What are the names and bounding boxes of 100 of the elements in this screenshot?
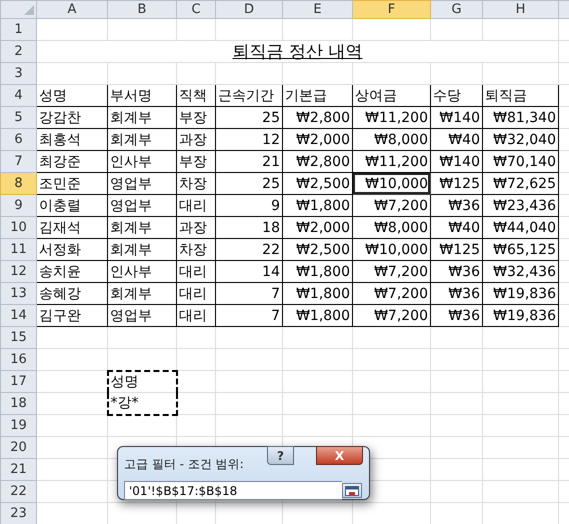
- table-cell: 회계부: [108, 216, 176, 238]
- row-header[interactable]: 10: [0, 216, 36, 238]
- row-header[interactable]: 22: [0, 480, 36, 502]
- table-cell: ₩19,836: [482, 282, 558, 304]
- table-cell: 조민준: [36, 172, 108, 194]
- row-header[interactable]: 19: [0, 414, 36, 436]
- table-cell: ₩44,040: [482, 216, 558, 238]
- row-header[interactable]: 18: [0, 392, 36, 414]
- table-cell: 22: [216, 238, 282, 260]
- column-header[interactable]: E: [282, 0, 352, 18]
- row-header[interactable]: 6: [0, 128, 36, 150]
- table-cell: ₩125: [430, 238, 482, 260]
- row-header[interactable]: 13: [0, 282, 36, 304]
- table-cell: ₩19,836: [482, 304, 558, 326]
- table-header-cell: 수당: [430, 84, 482, 106]
- table-cell: ₩7,200: [352, 194, 430, 216]
- table-cell: ₩32,040: [482, 128, 558, 150]
- table-cell: 18: [216, 216, 282, 238]
- row-header[interactable]: 7: [0, 150, 36, 172]
- table-cell: ₩1,800: [282, 304, 352, 326]
- table-cell: 과장: [176, 128, 216, 150]
- table-cell: 회계부: [108, 106, 176, 128]
- row-header[interactable]: 16: [0, 348, 36, 370]
- row-header[interactable]: 14: [0, 304, 36, 326]
- row-header[interactable]: 20: [0, 436, 36, 458]
- table-cell: 부장: [176, 150, 216, 172]
- table-cell: ₩2,000: [282, 128, 352, 150]
- table-cell: ₩11,200: [352, 106, 430, 128]
- table-cell: 25: [216, 172, 282, 194]
- criteria-cell: *강*: [108, 392, 176, 414]
- table-cell: ₩32,436: [482, 260, 558, 282]
- column-header[interactable]: B: [108, 0, 176, 18]
- table-cell: ₩72,625: [482, 172, 558, 194]
- row-header[interactable]: 21: [0, 458, 36, 480]
- row-header[interactable]: 8: [0, 172, 36, 194]
- table-header-cell: 상여금: [352, 84, 430, 106]
- row-header[interactable]: 2: [0, 40, 36, 62]
- column-header[interactable]: D: [216, 0, 282, 18]
- table-cell: 영업부: [108, 194, 176, 216]
- table-cell: 부장: [176, 106, 216, 128]
- table-cell: ₩140: [430, 150, 482, 172]
- row-header[interactable]: 4: [0, 84, 36, 106]
- collapse-icon: [345, 486, 359, 496]
- table-cell: 차장: [176, 238, 216, 260]
- row-header[interactable]: 11: [0, 238, 36, 260]
- table-cell: ₩65,125: [482, 238, 558, 260]
- column-header[interactable]: F: [352, 0, 430, 18]
- sheet-title: 퇴직금 정산 내역: [36, 40, 558, 62]
- table-cell: 송치윤: [36, 260, 108, 282]
- table-cell: ₩2,500: [282, 238, 352, 260]
- table-cell: ₩1,800: [282, 282, 352, 304]
- table-header-cell: 부서명: [108, 84, 176, 106]
- table-cell: 인사부: [108, 150, 176, 172]
- table-cell: 9: [216, 194, 282, 216]
- table-cell: 최강준: [36, 150, 108, 172]
- table-cell: 대리: [176, 260, 216, 282]
- table-cell: 김구완: [36, 304, 108, 326]
- help-button[interactable]: ?: [267, 446, 294, 465]
- table-cell: 대리: [176, 282, 216, 304]
- table-cell: 대리: [176, 304, 216, 326]
- criteria-cell: 성명: [108, 370, 176, 392]
- table-cell: 대리: [176, 194, 216, 216]
- table-cell: 21: [216, 150, 282, 172]
- table-cell: ₩70,140: [482, 150, 558, 172]
- row-header[interactable]: 3: [0, 62, 36, 84]
- table-cell: 회계부: [108, 282, 176, 304]
- table-cell: ₩40: [430, 128, 482, 150]
- table-cell: ₩2,000: [282, 216, 352, 238]
- table-cell: ₩1,800: [282, 194, 352, 216]
- table-cell: 서정화: [36, 238, 108, 260]
- table-header-cell: 퇴직금: [482, 84, 558, 106]
- column-header[interactable]: G: [430, 0, 482, 18]
- column-header[interactable]: C: [176, 0, 216, 18]
- table-cell: ₩11,200: [352, 150, 430, 172]
- table-cell: ₩10,000: [352, 172, 430, 194]
- column-header[interactable]: H: [482, 0, 558, 18]
- table-cell: ₩2,800: [282, 150, 352, 172]
- range-input-field[interactable]: '01'!$B$17:$B$18: [124, 481, 342, 500]
- row-header[interactable]: 15: [0, 326, 36, 348]
- table-cell: 최홍석: [36, 128, 108, 150]
- row-header[interactable]: 17: [0, 370, 36, 392]
- row-header[interactable]: 12: [0, 260, 36, 282]
- table-cell: 인사부: [108, 260, 176, 282]
- table-cell: ₩1,800: [282, 260, 352, 282]
- table-cell: ₩36: [430, 304, 482, 326]
- table-cell: ₩8,000: [352, 216, 430, 238]
- collapse-dialog-button[interactable]: [342, 483, 362, 498]
- row-header[interactable]: 23: [0, 502, 36, 524]
- table-cell: ₩8,000: [352, 128, 430, 150]
- row-header[interactable]: 5: [0, 106, 36, 128]
- table-cell: 영업부: [108, 304, 176, 326]
- table-cell: 차장: [176, 172, 216, 194]
- corner-triangle-icon: [24, 4, 34, 14]
- row-header[interactable]: 1: [0, 18, 36, 40]
- row-header[interactable]: 9: [0, 194, 36, 216]
- column-header[interactable]: A: [36, 0, 108, 18]
- table-cell: ₩2,500: [282, 172, 352, 194]
- table-cell: 강감찬: [36, 106, 108, 128]
- table-cell: 7: [216, 282, 282, 304]
- table-cell: ₩36: [430, 194, 482, 216]
